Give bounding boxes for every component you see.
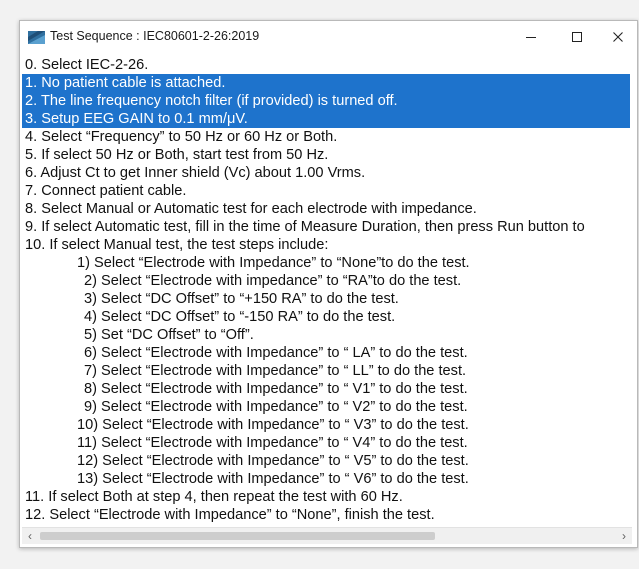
title-bar[interactable]: Test Sequence : IEC80601-2-26:2019 [20, 21, 637, 53]
list-item[interactable]: 8. Select Manual or Automatic test for e… [22, 200, 630, 218]
list-item[interactable]: 5. If select 50 Hz or Both, start test f… [22, 146, 630, 164]
list-item-substep[interactable]: 12) Select “Electrode with Impedance” to… [22, 452, 630, 470]
list-item-substep[interactable]: 7) Select “Electrode with Impedance” to … [22, 362, 630, 380]
sequence-list[interactable]: 0. Select IEC-2-26. 1. No patient cable … [22, 56, 630, 524]
list-item[interactable]: 6. Adjust Ct to get Inner shield (Vc) ab… [22, 164, 630, 182]
list-item-substep[interactable]: 6) Select “Electrode with Impedance” to … [22, 344, 630, 362]
list-item-selected[interactable]: 3. Setup EEG GAIN to 0.1 mm/μV. [22, 110, 630, 128]
list-item[interactable]: 4. Select “Frequency” to 50 Hz or 60 Hz … [22, 128, 630, 146]
list-item[interactable]: 7. Connect patient cable. [22, 182, 630, 200]
horizontal-scrollbar[interactable]: ‹ › [22, 527, 632, 544]
maximize-button[interactable] [554, 21, 600, 53]
list-item-substep[interactable]: 1) Select “Electrode with Impedance” to … [22, 254, 630, 272]
list-item-substep[interactable]: 10) Select “Electrode with Impedance” to… [22, 416, 630, 434]
list-item-selected[interactable]: 2. The line frequency notch filter (if p… [22, 92, 630, 110]
list-item-substep[interactable]: 2) Select “Electrode with impedance” to … [22, 272, 630, 290]
list-item-substep[interactable]: 11) Select “Electrode with Impedance” to… [22, 434, 630, 452]
window-title: Test Sequence : IEC80601-2-26:2019 [50, 29, 260, 43]
minimize-icon [526, 37, 536, 38]
list-item-substep[interactable]: 5) Set “DC Offset” to “Off”. [22, 326, 630, 344]
maximize-icon [572, 32, 582, 42]
app-window-icon [28, 31, 45, 44]
scroll-right-icon[interactable]: › [616, 528, 632, 544]
scroll-left-icon[interactable]: ‹ [22, 528, 38, 544]
list-item-selected[interactable]: 1. No patient cable is attached. [22, 74, 630, 92]
list-item[interactable]: 0. Select IEC-2-26. [22, 56, 630, 74]
test-sequence-window: Test Sequence : IEC80601-2-26:2019 0. Se… [19, 20, 638, 548]
list-item-substep[interactable]: 13) Select “Electrode with Impedance” to… [22, 470, 630, 488]
list-item[interactable]: 10. If select Manual test, the test step… [22, 236, 630, 254]
list-item-substep[interactable]: 9) Select “Electrode with Impedance” to … [22, 398, 630, 416]
list-item[interactable]: 12. Select “Electrode with Impedance” to… [22, 506, 630, 524]
minimize-button[interactable] [508, 21, 554, 53]
list-item-substep[interactable]: 8) Select “Electrode with Impedance” to … [22, 380, 630, 398]
list-item-substep[interactable]: 4) Select “DC Offset” to “-150 RA” to do… [22, 308, 630, 326]
list-item[interactable]: 11. If select Both at step 4, then repea… [22, 488, 630, 506]
list-item-substep[interactable]: 3) Select “DC Offset” to “+150 RA” to do… [22, 290, 630, 308]
list-item[interactable]: 9. If select Automatic test, fill in the… [22, 218, 630, 236]
scrollbar-thumb[interactable] [40, 532, 435, 540]
close-icon [613, 32, 623, 42]
close-button[interactable] [595, 21, 639, 53]
